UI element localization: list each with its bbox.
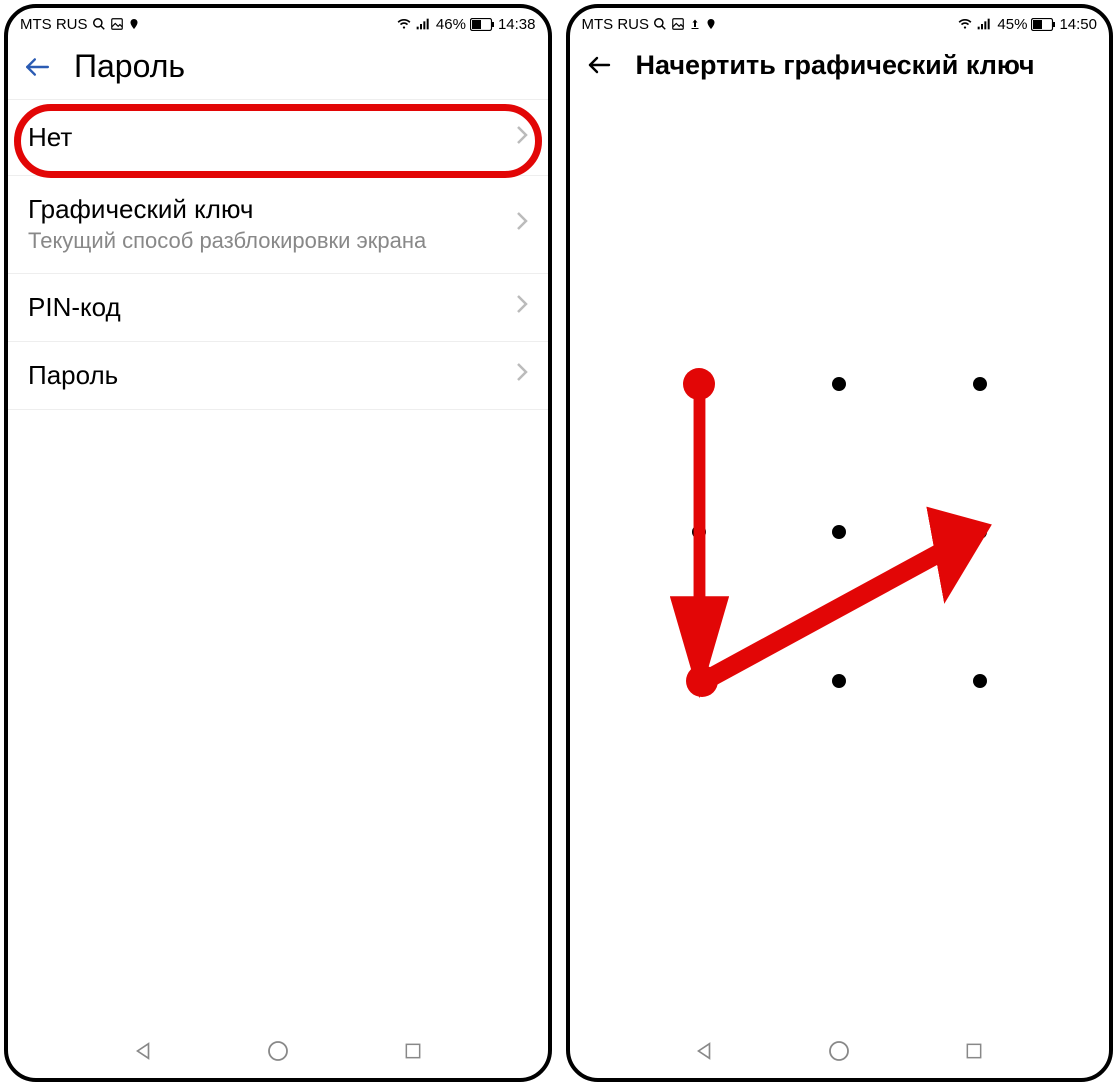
option-label: Нет [28, 122, 516, 153]
upload-icon [689, 17, 701, 31]
signal-icon [977, 17, 993, 31]
pattern-dot-2[interactable] [973, 377, 987, 391]
back-button[interactable] [20, 50, 54, 84]
back-arrow-icon [22, 54, 52, 80]
location-icon [705, 17, 717, 31]
triangle-back-icon [693, 1040, 715, 1062]
image-icon [110, 17, 124, 31]
back-arrow-icon [584, 53, 614, 77]
chevron-right-icon [516, 211, 528, 237]
chevron-right-icon [516, 125, 528, 151]
circle-home-icon [266, 1039, 290, 1063]
clock-time: 14:50 [1059, 16, 1097, 33]
phone-password-options: MTS RUS 46% 14:38 Пароль Нет [4, 4, 552, 1082]
pattern-dot-4[interactable] [832, 525, 846, 539]
wifi-icon [957, 17, 973, 31]
carrier-label: MTS RUS [20, 16, 88, 33]
square-recent-icon [403, 1041, 423, 1061]
nav-recent-button[interactable] [373, 1031, 453, 1071]
option-label: Графический ключ [28, 194, 516, 225]
nav-home-button[interactable] [799, 1031, 879, 1071]
search-icon [653, 17, 667, 31]
location-icon [128, 17, 140, 31]
nav-back-button[interactable] [103, 1031, 183, 1071]
status-bar: MTS RUS 45% 14:50 [570, 8, 1110, 38]
option-password[interactable]: Пароль [8, 342, 548, 410]
pattern-start-dot [683, 368, 715, 400]
option-pattern[interactable]: Графический ключ Текущий способ разблоки… [8, 176, 548, 274]
chevron-right-icon [516, 362, 528, 388]
option-label: PIN-код [28, 292, 516, 323]
option-pin[interactable]: PIN-код [8, 274, 548, 342]
pattern-dot-5[interactable] [973, 525, 987, 539]
signal-icon [416, 17, 432, 31]
nav-home-button[interactable] [238, 1031, 318, 1071]
battery-percent: 45% [997, 16, 1027, 33]
search-icon [92, 17, 106, 31]
pattern-dot-7[interactable] [832, 674, 846, 688]
pattern-dot-3[interactable] [692, 525, 706, 539]
battery-icon [470, 18, 494, 31]
nav-recent-button[interactable] [934, 1031, 1014, 1071]
pattern-mid-dot [686, 665, 718, 697]
wifi-icon [396, 17, 412, 31]
pattern-dot-1[interactable] [832, 377, 846, 391]
page-title: Пароль [74, 48, 185, 85]
square-recent-icon [964, 1041, 984, 1061]
pattern-draw-area[interactable] [570, 96, 1110, 1024]
clock-time: 14:38 [498, 16, 536, 33]
phone-draw-pattern: MTS RUS 45% 14:50 Начертить графический … [566, 4, 1114, 1082]
options-list: Нет Графический ключ Текущий способ разб… [8, 100, 548, 1024]
status-bar: MTS RUS 46% 14:38 [8, 8, 548, 38]
navigation-bar [8, 1024, 548, 1078]
navigation-bar [570, 1024, 1110, 1078]
carrier-label: MTS RUS [582, 16, 650, 33]
option-label: Пароль [28, 360, 516, 391]
option-sublabel: Текущий способ разблокировки экрана [28, 227, 516, 255]
back-button[interactable] [582, 48, 616, 82]
screen-header: Начертить графический ключ [570, 38, 1110, 96]
screen-header: Пароль [8, 38, 548, 100]
battery-percent: 46% [436, 16, 466, 33]
battery-icon [1031, 18, 1055, 31]
pattern-dot-8[interactable] [973, 674, 987, 688]
page-title: Начертить графический ключ [636, 50, 1035, 81]
nav-back-button[interactable] [664, 1031, 744, 1071]
option-none[interactable]: Нет [8, 100, 548, 176]
circle-home-icon [827, 1039, 851, 1063]
chevron-right-icon [516, 294, 528, 320]
triangle-back-icon [132, 1040, 154, 1062]
pattern-arrow-annotation [570, 96, 1110, 1024]
image-icon [671, 17, 685, 31]
